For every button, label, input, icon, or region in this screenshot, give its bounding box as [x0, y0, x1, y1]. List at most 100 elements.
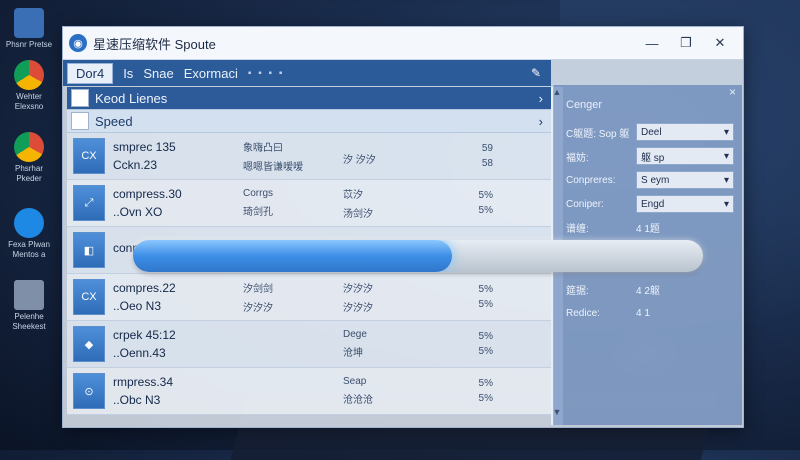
file-names: compress.30 ..Ovn XO [113, 187, 243, 219]
setting-stepper[interactable]: 4 1 [636, 305, 728, 321]
image-icon [71, 89, 89, 107]
folder-icon [14, 280, 44, 310]
file-status-col: 苡汐 汤剑汐 [343, 186, 443, 220]
chrome-icon [14, 132, 44, 162]
desktop-icon-1[interactable]: Phsnr Pretse [4, 8, 54, 50]
window-title: 星速压缩软件 Spoute [93, 36, 216, 52]
desktop-icon-4[interactable]: Fexa Plwan Mentos a [4, 208, 54, 260]
tab-exormaci[interactable]: Exormaci [184, 66, 238, 81]
file-status-col: 汐 汐汐 [343, 147, 443, 166]
setting-label: 褔妨: [566, 152, 589, 164]
archive-file-icon: ⤢ [73, 185, 105, 221]
archive-file-icon: ⊙ [73, 373, 105, 409]
setting-dropdown[interactable]: 躯 sp [636, 147, 734, 165]
setting-label: C躯题: Sop 躯 [566, 128, 630, 140]
list-item[interactable]: ⤢ compress.30 ..Ovn XO Corrgs 琦剑孔 苡汐 汤剑汐… [67, 180, 551, 227]
file-status-col: Seap 沧沧沧 [343, 376, 443, 406]
file-ratio-2: 5% [478, 346, 493, 357]
compression-progress-bar [133, 240, 703, 272]
archive-file-icon: CX [73, 279, 105, 315]
desktop-icon-2[interactable]: Wehter Elexsno [4, 60, 54, 112]
setting-dropdown[interactable]: Deel [636, 123, 734, 141]
edge-icon [14, 208, 44, 238]
list-item[interactable]: ◆ crpek 45:12 ..Oenn.43 Dege 沧坤 5% 5% [67, 321, 551, 368]
file-names: smprec 135 Cckn.23 [113, 140, 243, 172]
desktop-icon-label: Wehter Elexsno [14, 92, 44, 111]
file-subname: ..Obc N3 [113, 393, 161, 407]
setting-stepper[interactable]: 4 2躯 [636, 281, 728, 297]
desktop-icon-5[interactable]: Pelenhe Sheekest [4, 280, 54, 332]
file-ratio-col: 5% 5% [443, 331, 493, 357]
title-bar[interactable]: ◉ 星速压缩软件 Spoute — ❐ ✕ [63, 27, 743, 60]
close-button[interactable]: ✕ [703, 35, 737, 51]
tab-dor4[interactable]: Dor4 [67, 62, 114, 84]
file-subname: ..Oenn.43 [113, 346, 166, 360]
desktop-icon-label: Pelenhe Sheekest [12, 312, 46, 331]
file-name: compress.30 [113, 187, 182, 201]
setting-label: 筵据: [566, 285, 589, 297]
desktop-icon-3[interactable]: Phsrhar Pkeder [4, 132, 54, 184]
setting-row: 筵据: 4 2躯 [566, 281, 736, 297]
file-names: rmpress.34 ..Obc N3 [113, 375, 243, 407]
file-status-2: 沧沧沧 [343, 395, 373, 406]
file-type-col [243, 342, 343, 346]
toolbar-dots: ▪ ▪ ▪ ▪ [247, 67, 285, 79]
panel-close-icon[interactable]: × [729, 85, 736, 99]
section-header-keod[interactable]: Keod Lienes › [67, 87, 551, 110]
list-item[interactable]: ⊙ rmpress.34 ..Obc N3 Seap 沧沧沧 5% 5% [67, 368, 551, 415]
tab-is[interactable]: Is [123, 66, 133, 81]
file-ratio-2: 58 [481, 158, 493, 169]
file-status-col: 汐汐汐 汐汐汐 [343, 280, 443, 314]
file-type-col [243, 389, 343, 393]
file-status-2: 沧坤 [343, 348, 363, 359]
minimize-button[interactable]: — [635, 36, 669, 51]
compressor-window: ◉ 星速压缩软件 Spoute — ❐ ✕ Dor4 Is Snae Exorm… [62, 26, 744, 428]
setting-dropdown[interactable]: Engd [636, 195, 734, 213]
desktop-icon-label: Phsrhar Pkeder [14, 164, 43, 183]
section-header-label: Keod Lienes [95, 90, 168, 106]
file-status-2: 汤剑汐 [343, 209, 373, 220]
file-subname: Cckn.23 [113, 158, 158, 172]
file-ratio-col: 5% 5% [443, 190, 493, 216]
file-ratio-2: 5% [478, 393, 493, 404]
file-status-col: Dege 沧坤 [343, 329, 443, 359]
file-type: 汐剑剑 [243, 284, 273, 295]
archive-file-icon: ◧ [73, 232, 105, 268]
setting-row: Coniper: Engd [566, 195, 736, 213]
restore-button[interactable]: ❐ [669, 35, 703, 51]
file-ratio: 5% [478, 190, 493, 201]
app-icon [14, 8, 44, 38]
setting-label: Redice: [566, 307, 600, 319]
file-detail: 琦剑孔 [243, 207, 273, 218]
section-header-speed[interactable]: Speed › [67, 110, 551, 133]
file-names: crpek 45:12 ..Oenn.43 [113, 328, 243, 360]
setting-label: Coniper: [566, 198, 604, 210]
file-ratio-2: 5% [478, 205, 493, 216]
setting-row: Redice: 4 1 [566, 305, 736, 321]
file-type-col: 汐剑剑 汐汐汐 [243, 280, 343, 314]
chevron-right-icon: › [538, 90, 543, 106]
file-ratio: 5% [478, 331, 493, 342]
edit-icon[interactable]: ✎ [531, 66, 541, 80]
file-ratio-col: 5% 5% [443, 284, 493, 310]
chrome-icon [14, 60, 44, 90]
setting-row: Conpreres: S eym [566, 171, 736, 189]
file-names: compres.22 ..Oeo N3 [113, 281, 243, 313]
setting-row: 褔妨: 躯 sp [566, 147, 736, 165]
file-ratio: 5% [478, 284, 493, 295]
file-detail: 汐汐汐 [243, 303, 273, 314]
archive-file-icon: CX [73, 138, 105, 174]
file-ratio: 5% [478, 378, 493, 389]
file-status: 苡汐 [343, 190, 363, 201]
file-status: Seap [343, 376, 367, 387]
setting-row: C躯题: Sop 躯 Deel [566, 123, 736, 141]
file-ratio: 59 [481, 143, 493, 154]
file-status: Dege [343, 329, 367, 340]
list-item[interactable]: CX compres.22 ..Oeo N3 汐剑剑 汐汐汐 汐汐汐 汐汐汐 5… [67, 274, 551, 321]
setting-dropdown[interactable]: S eym [636, 171, 734, 189]
tab-snae[interactable]: Snae [143, 66, 173, 81]
setting-stepper[interactable]: 4 1题 [636, 219, 728, 235]
file-name: smprec 135 [113, 140, 176, 154]
list-item[interactable]: CX smprec 135 Cckn.23 象嗨凸曰 嗯嗯皆谦嗳嗳 汐 汐汐 5… [67, 133, 551, 180]
setting-row: 谱缠: 4 1题 [566, 219, 736, 235]
